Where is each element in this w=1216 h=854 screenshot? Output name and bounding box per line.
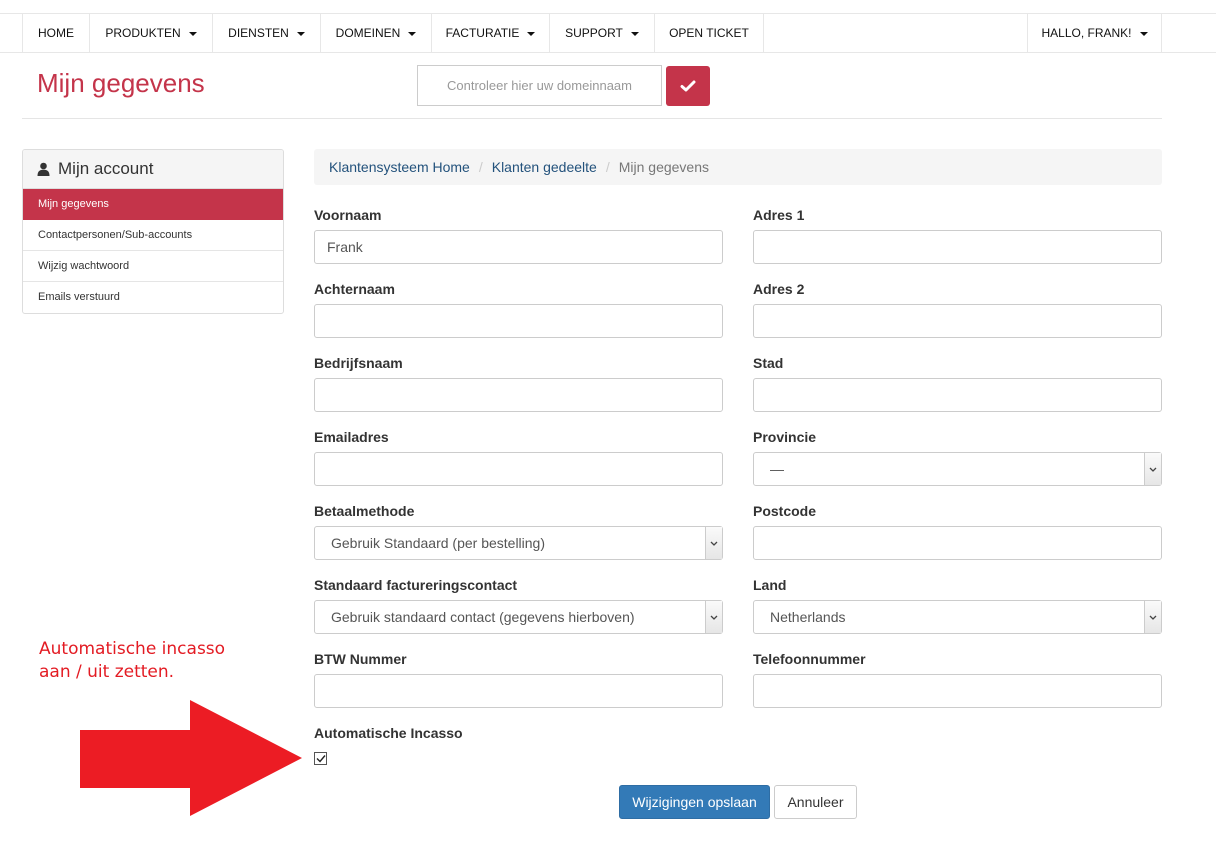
annotation-line-1: Automatische incasso	[39, 639, 226, 659]
top-navbar: HOME PRODUKTEN DIENSTEN DOMEINEN FACTURA…	[0, 13, 1216, 53]
sidebar-title: Mijn account	[58, 159, 154, 178]
sidebar-item-mijn-gegevens[interactable]: Mijn gegevens	[23, 189, 283, 220]
nav-support[interactable]: SUPPORT	[549, 14, 654, 52]
save-button[interactable]: Wijzigingen opslaan	[619, 785, 770, 819]
btw-label: BTW Nummer	[314, 651, 407, 667]
sidebar-item-contactpersonen[interactable]: Contactpersonen/Sub-accounts	[23, 220, 283, 251]
caret-down-icon	[408, 31, 417, 36]
bedrijfsnaam-input[interactable]	[314, 378, 723, 412]
nav-user-menu[interactable]: HALLO, FRANK!	[1027, 14, 1162, 52]
chevron-down-icon	[705, 601, 722, 633]
breadcrumb-home-link[interactable]: Klantensysteem Home	[329, 159, 470, 175]
breadcrumb-section-link[interactable]: Klanten gedeelte	[492, 159, 597, 175]
nav-facturatie[interactable]: FACTURATIE	[431, 14, 549, 52]
provincie-select[interactable]: —	[753, 452, 1162, 486]
annotation-text: Automatische incasso aan / uit zetten.	[39, 638, 225, 684]
land-value: Netherlands	[770, 609, 846, 625]
caret-down-icon	[630, 31, 639, 36]
breadcrumb-separator: /	[478, 159, 483, 175]
email-input[interactable]	[314, 452, 723, 486]
nav-diensten[interactable]: DIENSTEN	[212, 14, 320, 52]
betaalmethode-label: Betaalmethode	[314, 503, 415, 519]
adres2-input[interactable]	[753, 304, 1162, 338]
email-label: Emailadres	[314, 429, 389, 445]
check-icon	[680, 80, 696, 92]
betaalmethode-select[interactable]: Gebruik Standaard (per bestelling)	[314, 526, 723, 560]
annotation-line-2: aan / uit zetten.	[39, 662, 175, 682]
account-sidebar: Mijn account Mijn gegevens Contactperson…	[22, 149, 284, 314]
page-title: Mijn gegevens	[37, 68, 205, 98]
stad-label: Stad	[753, 355, 784, 371]
sidebar-item-emails-verstuurd[interactable]: Emails verstuurd	[23, 282, 283, 313]
chevron-down-icon	[705, 527, 722, 559]
arrow-right-icon	[80, 700, 302, 816]
voornaam-label: Voornaam	[314, 207, 382, 223]
user-icon	[37, 162, 50, 176]
nav-home[interactable]: HOME	[22, 14, 89, 52]
achternaam-label: Achternaam	[314, 281, 395, 297]
adres2-label: Adres 2	[753, 281, 805, 297]
nav-produkten[interactable]: PRODUKTEN	[89, 14, 212, 52]
incasso-checkbox[interactable]	[314, 752, 327, 765]
land-select[interactable]: Netherlands	[753, 600, 1162, 634]
btw-input[interactable]	[314, 674, 723, 708]
domain-search-input[interactable]	[417, 65, 662, 106]
caret-down-icon	[188, 31, 197, 36]
caret-down-icon	[1139, 31, 1148, 36]
nav-open-ticket[interactable]: OPEN TICKET	[654, 14, 764, 52]
breadcrumb: Klantensysteem Home / Klanten gedeelte /…	[314, 149, 1162, 185]
postcode-label: Postcode	[753, 503, 817, 519]
header-divider	[22, 118, 1162, 119]
factureringscontact-select[interactable]: Gebruik standaard contact (gegevens hier…	[314, 600, 723, 634]
betaalmethode-value: Gebruik Standaard (per bestelling)	[331, 535, 546, 551]
adres1-label: Adres 1	[753, 207, 805, 223]
telefoon-label: Telefoonnummer	[753, 651, 866, 667]
domain-check-button[interactable]	[666, 66, 710, 106]
breadcrumb-separator: /	[605, 159, 610, 175]
stad-input[interactable]	[753, 378, 1162, 412]
voornaam-input[interactable]	[314, 230, 723, 264]
achternaam-input[interactable]	[314, 304, 723, 338]
sidebar-header: Mijn account	[23, 150, 283, 189]
caret-down-icon	[296, 31, 305, 36]
chevron-down-icon	[1144, 601, 1161, 633]
breadcrumb-current: Mijn gegevens	[618, 159, 709, 175]
incasso-label: Automatische Incasso	[314, 725, 463, 741]
cancel-button[interactable]: Annuleer	[774, 785, 857, 819]
caret-down-icon	[527, 31, 536, 36]
land-label: Land	[753, 577, 787, 593]
factureringscontact-label: Standaard factureringscontact	[314, 577, 518, 593]
provincie-value: —	[770, 461, 784, 477]
provincie-label: Provincie	[753, 429, 817, 445]
adres1-input[interactable]	[753, 230, 1162, 264]
checkmark-icon	[316, 755, 326, 763]
postcode-input[interactable]	[753, 526, 1162, 560]
chevron-down-icon	[1144, 453, 1161, 485]
sidebar-item-wijzig-wachtwoord[interactable]: Wijzig wachtwoord	[23, 251, 283, 282]
nav-domeinen[interactable]: DOMEINEN	[320, 14, 431, 52]
factureringscontact-value: Gebruik standaard contact (gegevens hier…	[331, 609, 635, 625]
bedrijfsnaam-label: Bedrijfsnaam	[314, 355, 403, 371]
telefoon-input[interactable]	[753, 674, 1162, 708]
